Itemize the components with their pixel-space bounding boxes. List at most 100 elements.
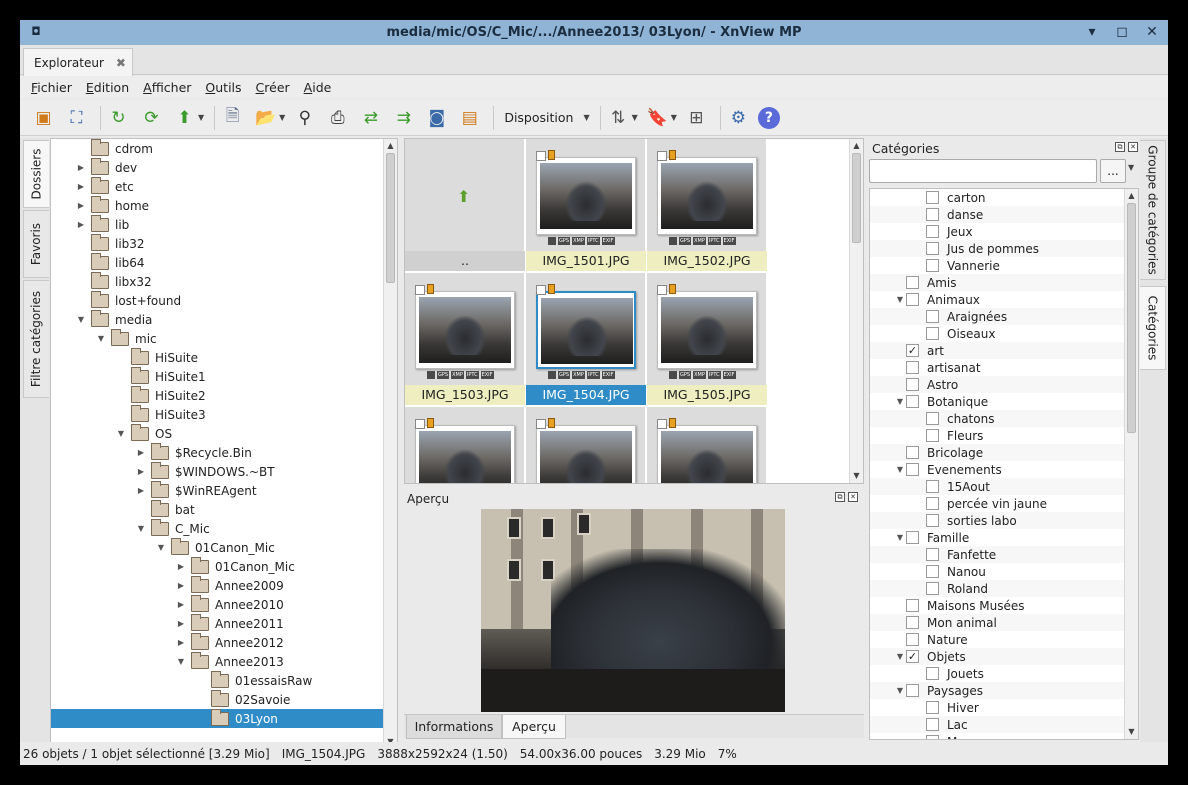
tree-item[interactable]: HiSuite1 [51, 366, 383, 386]
chevron-down-icon[interactable]: ▼ [894, 652, 906, 661]
category-list[interactable]: carton danse Jeux Jus de pommes Vannerie Amis… [869, 188, 1139, 740]
category-item[interactable]: ▼ ✓ Objets [870, 648, 1124, 665]
thumbnail-item[interactable] [405, 407, 525, 483]
tree-item[interactable]: ▶ lib [51, 214, 383, 234]
menu-afficher[interactable]: Afficher [143, 80, 191, 95]
tree-item[interactable]: lib64 [51, 252, 383, 272]
tree-item[interactable]: ▼ 01Canon_Mic [51, 537, 383, 557]
chevron-down-icon[interactable]: ▼ [135, 524, 147, 533]
tab-filtre-categories[interactable]: Filtre catégories [23, 280, 49, 398]
tree-item[interactable]: ▶ home [51, 195, 383, 215]
copy-to-icon[interactable]: 📂 [252, 104, 279, 132]
category-item[interactable]: Oiseaux [870, 325, 1124, 342]
chevron-right-icon[interactable]: ▶ [175, 619, 187, 628]
chevron-right-icon[interactable]: ▶ [175, 581, 187, 590]
category-item[interactable]: 15Aout [870, 478, 1124, 495]
category-checkbox[interactable] [906, 293, 919, 306]
print-icon[interactable]: ⎙ [324, 104, 351, 132]
sort-icon[interactable]: ⇅ [605, 104, 632, 132]
chevron-right-icon[interactable]: ▶ [175, 638, 187, 647]
chevron-down-icon[interactable]: ▼ [894, 533, 906, 542]
tab-categories[interactable]: Catégories [1140, 286, 1166, 370]
tab-dossiers[interactable]: Dossiers [23, 140, 49, 208]
scroll-thumb[interactable] [852, 153, 861, 243]
tree-item[interactable]: 01essaisRaw [51, 670, 383, 690]
maximize-icon[interactable]: ◻ [1114, 23, 1130, 41]
category-checkbox[interactable] [926, 582, 939, 595]
tree-scrollbar[interactable]: ▲ ▼ [383, 139, 397, 749]
tree-item[interactable]: ▶ $WINDOWS.~BT [51, 461, 383, 481]
category-item[interactable]: Jouets [870, 665, 1124, 682]
tree-item[interactable]: 02Savoie [51, 689, 383, 709]
chevron-right-icon[interactable]: ▶ [135, 448, 147, 457]
thumb-checkbox[interactable] [415, 419, 425, 429]
view-image-icon[interactable]: ▣ [30, 104, 57, 132]
category-item[interactable]: carton [870, 189, 1124, 206]
category-checkbox[interactable] [926, 548, 939, 561]
chevron-right-icon[interactable]: ▶ [75, 182, 87, 191]
category-checkbox[interactable] [906, 684, 919, 697]
batch-convert-icon[interactable]: ⇉ [390, 104, 417, 132]
category-item[interactable]: ▼ Paysages [870, 682, 1124, 699]
tree-item[interactable]: lost+found [51, 290, 383, 310]
category-item[interactable]: Mon animal [870, 614, 1124, 631]
category-item[interactable]: ✓ art [870, 342, 1124, 359]
chevron-right-icon[interactable]: ▶ [75, 220, 87, 229]
category-checkbox[interactable] [926, 497, 939, 510]
tree-item[interactable]: lib32 [51, 233, 383, 253]
category-checkbox[interactable] [926, 242, 939, 255]
menu-fichier[interactable]: Fichier [31, 80, 72, 95]
thumb-checkbox[interactable] [415, 285, 425, 295]
category-item[interactable]: sorties labo [870, 512, 1124, 529]
category-item[interactable]: Amis [870, 274, 1124, 291]
tree-item[interactable]: HiSuite3 [51, 404, 383, 424]
rotate-icon[interactable]: ⟳ [138, 104, 165, 132]
scroll-thumb[interactable] [1127, 203, 1136, 433]
category-checkbox[interactable] [926, 412, 939, 425]
category-item[interactable]: Hiver [870, 699, 1124, 716]
chevron-down-icon[interactable]: ▼ [175, 657, 187, 666]
parent-folder-icon[interactable]: ⬆ [171, 104, 198, 132]
tab-apercu[interactable]: Aperçu [502, 715, 566, 739]
thumbnail-item[interactable]: GPS XMP IPTC EXIF IMG_1501.JPG [526, 139, 646, 272]
tree-item[interactable]: ▶ Annee2009 [51, 575, 383, 595]
chevron-right-icon[interactable]: ▶ [175, 600, 187, 609]
menu-outils[interactable]: Outils [205, 80, 241, 95]
tree-item[interactable]: ▶ Annee2012 [51, 632, 383, 652]
scroll-down-icon[interactable]: ▼ [1125, 725, 1138, 739]
float-panel-icon[interactable]: ⧉ [1115, 142, 1125, 152]
thumb-checkbox[interactable] [657, 285, 667, 295]
tab-favoris[interactable]: Favoris [23, 210, 49, 278]
thumbnail-grid[interactable]: ⬆.. GPS XMP IPTC EXIF IMG_1501.JPG GPS XMP IPTC E… [404, 138, 864, 484]
category-checkbox[interactable] [906, 531, 919, 544]
scroll-up-icon[interactable]: ▲ [1125, 189, 1138, 203]
chevron-down-icon[interactable]: ▼ [632, 113, 638, 122]
tree-item[interactable]: ▶ etc [51, 176, 383, 196]
menu-creer[interactable]: Créer [256, 80, 290, 95]
chevron-down-icon[interactable]: ▼ [75, 315, 87, 324]
thumbnail-item[interactable]: GPS XMP IPTC EXIF IMG_1504.JPG [526, 273, 646, 406]
thumb-checkbox[interactable] [536, 285, 546, 295]
category-checkbox[interactable] [906, 616, 919, 629]
tree-item[interactable]: ▶ Annee2010 [51, 594, 383, 614]
category-item[interactable]: Vannerie [870, 257, 1124, 274]
chevron-down-icon[interactable]: ▼ [198, 113, 204, 122]
tree-item[interactable]: ▶ Annee2011 [51, 613, 383, 633]
tree-item[interactable]: ▼ mic [51, 328, 383, 348]
category-more-button[interactable]: ... [1100, 159, 1126, 183]
thumb-checkbox[interactable] [657, 419, 667, 429]
tree-item[interactable]: HiSuite2 [51, 385, 383, 405]
close-panel-icon[interactable]: ✕ [1128, 142, 1138, 152]
category-item[interactable]: Roland [870, 580, 1124, 597]
menu-aide[interactable]: Aide [304, 80, 332, 95]
gear-icon[interactable]: ⚙ [725, 104, 752, 132]
tree-item[interactable]: 03Lyon [51, 708, 383, 728]
tree-item[interactable]: ▶ $Recycle.Bin [51, 442, 383, 462]
tree-item[interactable]: ▼ media [51, 309, 383, 329]
bookmark-icon[interactable]: 🔖 [644, 104, 671, 132]
category-checkbox[interactable] [906, 395, 919, 408]
category-checkbox[interactable] [926, 310, 939, 323]
thumbnail-item[interactable] [647, 407, 767, 483]
thumb-checkbox[interactable] [657, 151, 667, 161]
chevron-down-icon[interactable]: ▼ [95, 334, 107, 343]
